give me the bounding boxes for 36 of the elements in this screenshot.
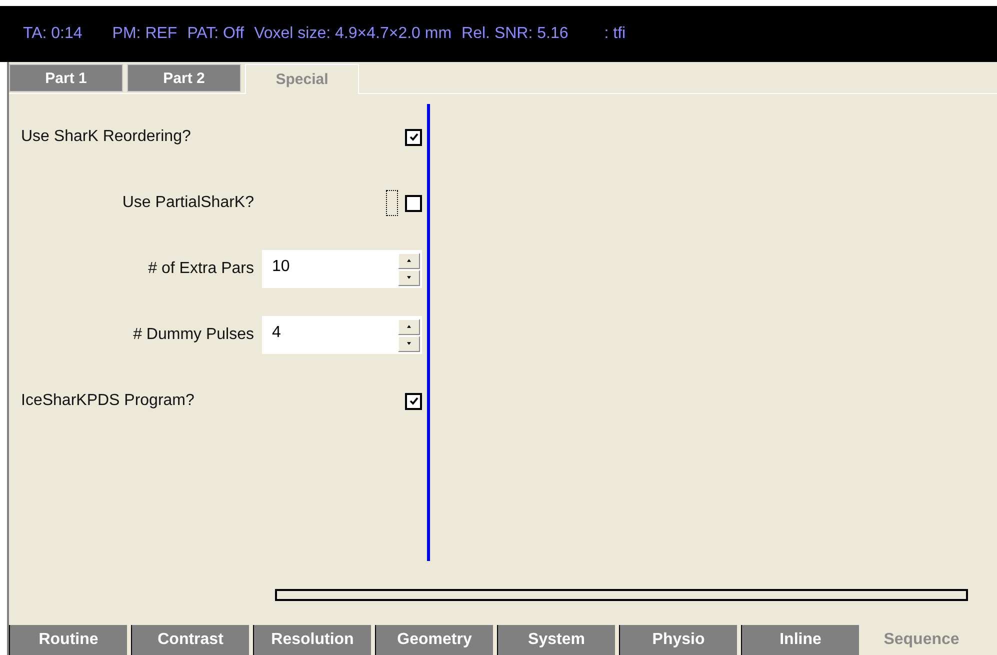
checkbox[interactable] — [405, 194, 422, 212]
field-label: Use SharK Reordering? — [20, 128, 192, 146]
number-field[interactable]: 4 — [262, 316, 422, 354]
tab[interactable]: Routine — [9, 625, 127, 655]
tab[interactable]: System — [497, 625, 615, 655]
down-arrow-icon — [407, 342, 411, 345]
up-arrow-icon — [407, 259, 411, 262]
checkbox[interactable] — [405, 392, 422, 410]
header-text: Rel. SNR: 5.16 — [462, 25, 568, 43]
header-text: PAT: Off — [187, 25, 244, 43]
check-icon — [408, 132, 418, 142]
check-icon — [408, 396, 418, 406]
down-arrow-icon — [407, 276, 411, 279]
header-text: : tfi — [604, 25, 626, 43]
field-label: # Dummy Pulses — [132, 326, 254, 344]
field-label: IceSharKPDS Program? — [20, 392, 196, 410]
spin-up-button[interactable] — [398, 252, 420, 268]
tab[interactable]: Resolution — [253, 625, 371, 655]
up-arrow-icon — [407, 325, 411, 328]
header-text: PM: REF — [112, 25, 178, 43]
checkbox[interactable] — [405, 128, 422, 146]
spin-down-button[interactable] — [398, 336, 420, 352]
field-label: # of Extra Pars — [147, 260, 254, 278]
tab[interactable]: Part 1 — [9, 64, 123, 92]
header-text: TA: 0:14 — [23, 25, 82, 43]
tab[interactable]: Special — [245, 64, 359, 94]
spin-down-button[interactable] — [398, 270, 420, 286]
tab[interactable]: Part 2 — [127, 64, 241, 92]
tab[interactable]: Physio — [619, 625, 737, 655]
number-field[interactable]: 10 — [262, 250, 422, 288]
field-label: Use PartialSharK? — [121, 194, 254, 212]
tab[interactable]: Inline — [741, 625, 859, 655]
tab[interactable]: Geometry — [375, 625, 493, 655]
spin-up-button[interactable] — [398, 318, 420, 334]
tab[interactable]: Contrast — [131, 625, 249, 655]
header-text: Voxel size: 4.9×4.7×2.0 mm — [254, 25, 452, 43]
